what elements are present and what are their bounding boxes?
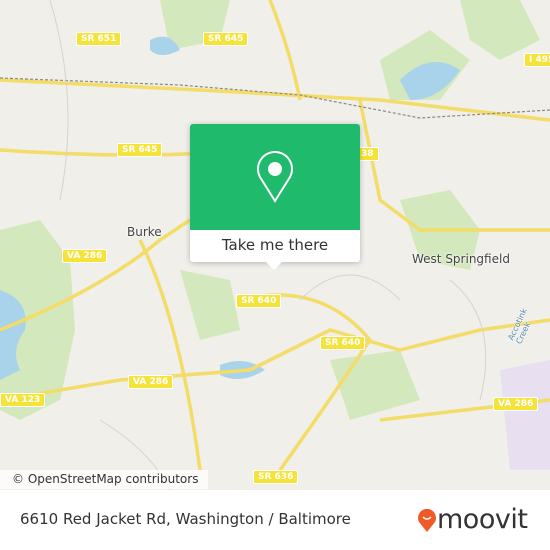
location-popup: Take me there (190, 124, 360, 262)
location-pin-icon (257, 151, 293, 203)
footer: 6610 Red Jacket Rd, Washington / Baltimo… (0, 490, 550, 550)
popup-header (190, 124, 360, 230)
road-shield: SR 645 (117, 143, 163, 157)
road-shield: SR 636 (253, 470, 299, 484)
map-attribution[interactable]: © OpenStreetMap contributors (0, 470, 209, 489)
take-me-there-button[interactable]: Take me there (190, 230, 360, 262)
road-shield: SR 651 (76, 32, 122, 46)
road-shield: SR 645 (203, 32, 249, 46)
moovit-logo: moovit (417, 504, 528, 535)
moovit-pin-icon (418, 508, 436, 532)
brand-name: moovit (437, 504, 528, 535)
road-shield: SR 640 (320, 336, 366, 350)
road-shield: I 495 (524, 53, 550, 67)
road-shield: VA 286 (62, 249, 108, 263)
address-label: 6610 Red Jacket Rd, Washington / Baltimo… (20, 510, 351, 528)
place-label: West Springfield (412, 252, 510, 266)
road-shield: SR 640 (236, 294, 282, 308)
road-shield: VA 286 (128, 375, 174, 389)
place-label: Burke (127, 225, 162, 239)
road-shield: VA 286 (493, 397, 539, 411)
road-shield: VA 123 (0, 393, 46, 407)
popup-pointer (265, 261, 283, 270)
